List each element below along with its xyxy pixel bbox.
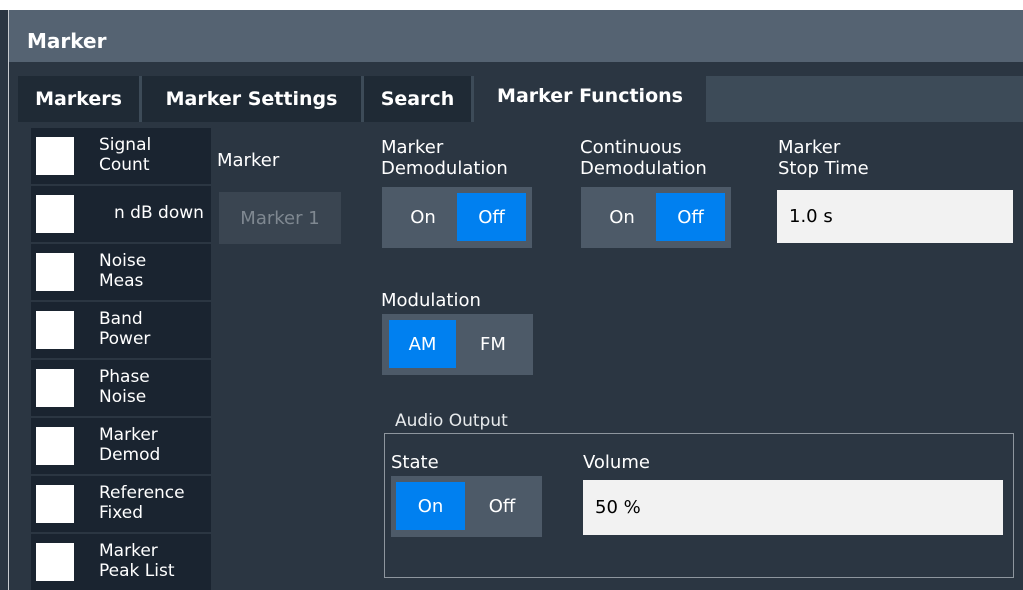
modulation-fm-button[interactable]: FM xyxy=(458,320,528,368)
continuous-demodulation-off-button[interactable]: Off xyxy=(656,193,725,241)
function-label: Noise Meas xyxy=(99,251,147,291)
function-label: Signal Count xyxy=(99,135,152,175)
phase-noise-checkbox[interactable] xyxy=(36,369,74,407)
function-marker-demod[interactable]: Marker Demod xyxy=(31,418,211,474)
function-label: Reference Fixed xyxy=(99,483,185,523)
function-phase-noise[interactable]: Phase Noise xyxy=(31,360,211,416)
audio-state-label: State xyxy=(391,452,439,473)
audio-state-toggle: On Off xyxy=(391,476,542,537)
volume-label: Volume xyxy=(583,452,650,473)
dialog-title: Marker xyxy=(9,10,1023,62)
function-marker-peak-list[interactable]: Marker Peak List xyxy=(31,534,211,590)
marker-demod-checkbox[interactable] xyxy=(36,427,74,465)
marker-label: Marker xyxy=(217,150,280,171)
marker-stop-time-field[interactable]: 1.0 s xyxy=(777,190,1013,243)
tab-marker-functions[interactable]: Marker Functions xyxy=(474,76,706,128)
function-label: Band Power xyxy=(99,309,151,349)
noise-meas-checkbox[interactable] xyxy=(36,253,74,291)
signal-count-checkbox[interactable] xyxy=(36,137,74,175)
marker-select[interactable]: Marker 1 xyxy=(219,192,341,244)
function-label: n dB down xyxy=(114,203,204,223)
function-label: Marker Peak List xyxy=(99,541,175,581)
function-label: Phase Noise xyxy=(99,367,150,407)
modulation-label: Modulation xyxy=(381,290,481,311)
tab-markers[interactable]: Markers xyxy=(18,76,139,122)
n-db-down-checkbox[interactable] xyxy=(36,195,74,233)
marker-demodulation-on-button[interactable]: On xyxy=(390,193,456,241)
marker-stop-time-label: Marker Stop Time xyxy=(778,137,869,179)
function-reference-fixed[interactable]: Reference Fixed xyxy=(31,476,211,532)
continuous-demodulation-on-button[interactable]: On xyxy=(589,193,655,241)
function-label: Marker Demod xyxy=(99,425,161,465)
marker-demodulation-toggle: On Off xyxy=(382,187,532,248)
marker-peak-list-checkbox[interactable] xyxy=(36,543,74,581)
marker-demodulation-off-button[interactable]: Off xyxy=(457,193,526,241)
audio-output-legend: Audio Output xyxy=(393,411,510,431)
continuous-demodulation-toggle: On Off xyxy=(581,187,731,248)
function-band-power[interactable]: Band Power xyxy=(31,302,211,358)
marker-demodulation-label: Marker Demodulation xyxy=(381,137,508,179)
modulation-toggle: AM FM xyxy=(382,314,533,375)
audio-state-on-button[interactable]: On xyxy=(396,482,465,530)
function-signal-count[interactable]: Signal Count xyxy=(31,128,211,184)
modulation-am-button[interactable]: AM xyxy=(389,320,456,368)
function-n-db-down[interactable]: n dB down xyxy=(31,186,211,242)
tab-search[interactable]: Search xyxy=(364,76,471,122)
continuous-demodulation-label: Continuous Demodulation xyxy=(580,137,707,179)
tab-marker-settings[interactable]: Marker Settings xyxy=(142,76,361,122)
audio-state-off-button[interactable]: Off xyxy=(467,482,537,530)
function-noise-meas[interactable]: Noise Meas xyxy=(31,244,211,300)
tab-bar: Markers Marker Settings Search Marker Fu… xyxy=(18,76,1023,128)
reference-fixed-checkbox[interactable] xyxy=(36,485,74,523)
band-power-checkbox[interactable] xyxy=(36,311,74,349)
volume-field[interactable]: 50 % xyxy=(583,480,1003,535)
